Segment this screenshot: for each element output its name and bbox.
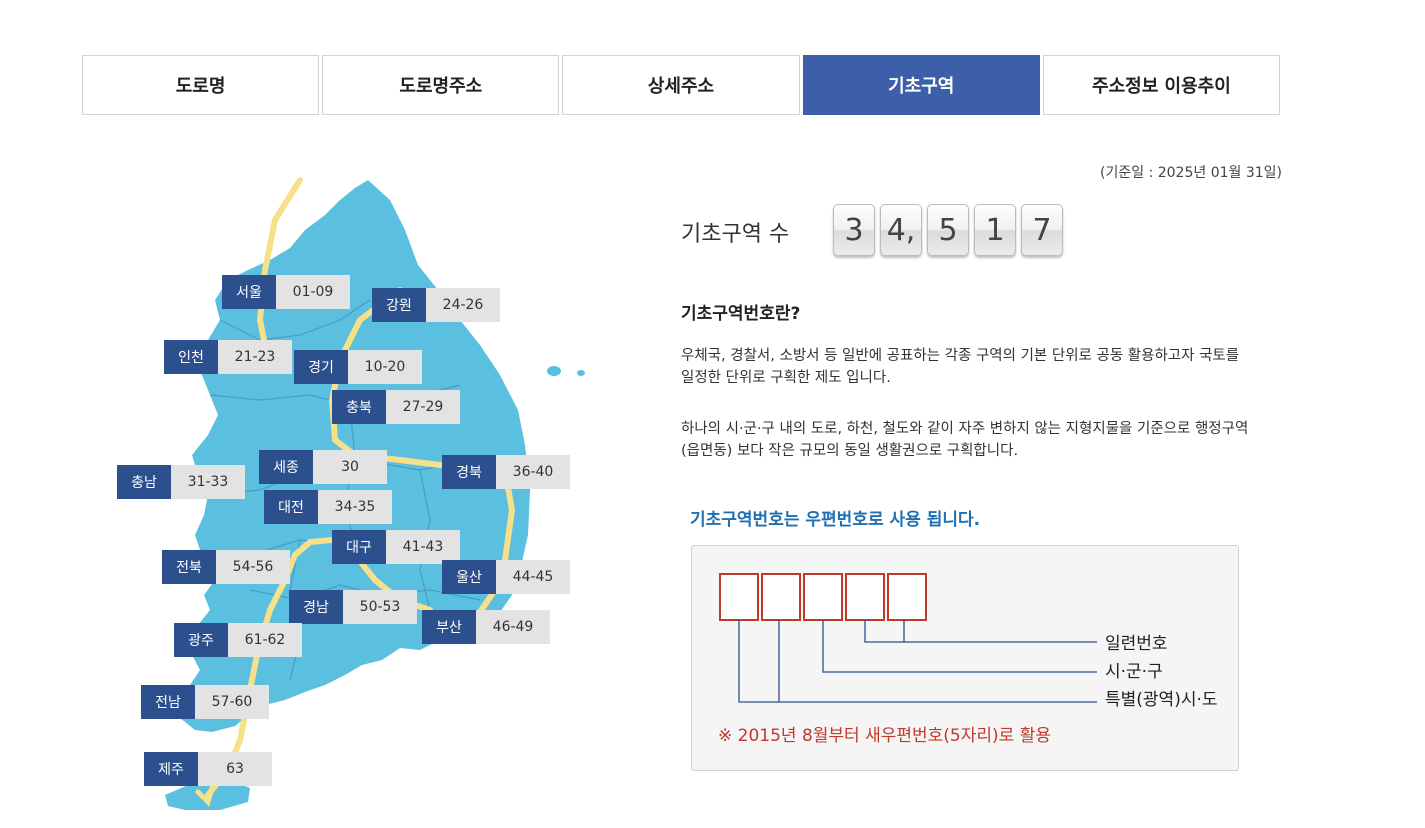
region-name: 전남 [141,685,195,719]
region-gwangju[interactable]: 광주 61-62 [174,623,302,657]
region-code: 31-33 [171,465,245,499]
region-chungnam[interactable]: 충남 31-33 [117,465,245,499]
region-code: 34-35 [318,490,392,524]
region-sejong[interactable]: 세종 30 [259,450,387,484]
region-chungbuk[interactable]: 충북 27-29 [332,390,460,424]
region-code: 54-56 [216,550,290,584]
region-name: 경기 [294,350,348,384]
region-jeonbuk[interactable]: 전북 54-56 [162,550,290,584]
region-code: 01-09 [276,275,350,309]
postal-code-diagram: 일련번호 시·군·구 특별(광역)시·도 ※ 2015년 8월부터 새우편번호(… [691,545,1239,771]
description-paragraph-2: 하나의 시·군·구 내의 도로, 하천, 철도와 같이 자주 변하지 않는 지형… [681,418,1281,462]
region-name: 강원 [372,288,426,322]
reference-date: (기준일 : 2025년 01월 31일) [1100,165,1282,181]
counter-digit: 4, [880,204,922,256]
region-name: 경북 [442,455,496,489]
region-busan[interactable]: 부산 46-49 [422,610,550,644]
paragraph-line: 하나의 시·군·구 내의 도로, 하천, 철도와 같이 자주 변하지 않는 지형… [681,421,1249,437]
region-code: 50-53 [343,590,417,624]
tab-bar: 도로명 도로명주소 상세주소 기초구역 주소정보 이용추이 [82,55,1281,115]
digit-box [761,573,801,621]
region-code: 61-62 [228,623,302,657]
region-code: 41-43 [386,530,460,564]
postal-code-title: 기초구역번호는 우편번호로 사용 됩니다. [690,510,981,530]
zone-count-counter: 3 4, 5 1 7 [833,204,1063,256]
region-name: 인천 [164,340,218,374]
region-name: 전북 [162,550,216,584]
region-code: 24-26 [426,288,500,322]
tab-usage-trend[interactable]: 주소정보 이용추이 [1042,55,1281,115]
region-daejeon[interactable]: 대전 34-35 [264,490,392,524]
region-ulsan[interactable]: 울산 44-45 [442,560,570,594]
region-name: 대전 [264,490,318,524]
region-name: 서울 [222,275,276,309]
region-name: 제주 [144,752,198,786]
region-code: 10-20 [348,350,422,384]
paragraph-line: 일정한 단위로 구획한 제도 입니다. [681,370,891,386]
tab-basic-zone[interactable]: 기초구역 [802,55,1040,115]
label-sido: 특별(광역)시·도 [1105,690,1218,710]
label-si-gun-gu: 시·군·구 [1105,662,1163,682]
section-heading: 기초구역번호란? [681,304,801,324]
region-code: 27-29 [386,390,460,424]
region-gyeongnam[interactable]: 경남 50-53 [289,590,417,624]
tab-detail-address[interactable]: 상세주소 [562,55,800,115]
region-jeju[interactable]: 제주 63 [144,752,272,786]
tab-road-name[interactable]: 도로명 [82,55,320,115]
region-code: 30 [313,450,387,484]
region-code: 63 [198,752,272,786]
tab-road-address[interactable]: 도로명주소 [322,55,560,115]
paragraph-line: 우체국, 경찰서, 소방서 등 일반에 공표하는 각종 구역의 기본 단위로 공… [681,348,1240,364]
region-gyeonggi[interactable]: 경기 10-20 [294,350,422,384]
zone-count-label: 기초구역 수 [681,222,790,247]
region-incheon[interactable]: 인천 21-23 [164,340,292,374]
region-seoul[interactable]: 서울 01-09 [222,275,350,309]
region-name: 대구 [332,530,386,564]
digit-box [845,573,885,621]
region-name: 충북 [332,390,386,424]
region-name: 부산 [422,610,476,644]
digit-box [887,573,927,621]
counter-digit: 7 [1021,204,1063,256]
region-name: 충남 [117,465,171,499]
digit-box [803,573,843,621]
region-code: 46-49 [476,610,550,644]
region-gangwon[interactable]: 강원 24-26 [372,288,500,322]
region-name: 세종 [259,450,313,484]
region-gyeongbuk[interactable]: 경북 36-40 [442,455,570,489]
region-jeonnam[interactable]: 전남 57-60 [141,685,269,719]
digit-box [719,573,759,621]
region-daegu[interactable]: 대구 41-43 [332,530,460,564]
counter-digit: 5 [927,204,969,256]
korea-zone-map: 서울 01-09 강원 24-26 인천 21-23 경기 10-20 충북 2… [100,170,590,820]
region-code: 57-60 [195,685,269,719]
paragraph-line: (읍면동) 보다 작은 규모의 동일 생활권으로 구획합니다. [681,443,1019,459]
region-code: 36-40 [496,455,570,489]
counter-digit: 3 [833,204,875,256]
postal-code-note: ※ 2015년 8월부터 새우편번호(5자리)로 활용 [718,726,1051,746]
description-paragraph-1: 우체국, 경찰서, 소방서 등 일반에 공표하는 각종 구역의 기본 단위로 공… [681,345,1281,389]
label-serial-number: 일련번호 [1105,634,1168,654]
region-name: 경남 [289,590,343,624]
counter-digit: 1 [974,204,1016,256]
region-name: 울산 [442,560,496,594]
region-code: 21-23 [218,340,292,374]
region-name: 광주 [174,623,228,657]
region-code: 44-45 [496,560,570,594]
